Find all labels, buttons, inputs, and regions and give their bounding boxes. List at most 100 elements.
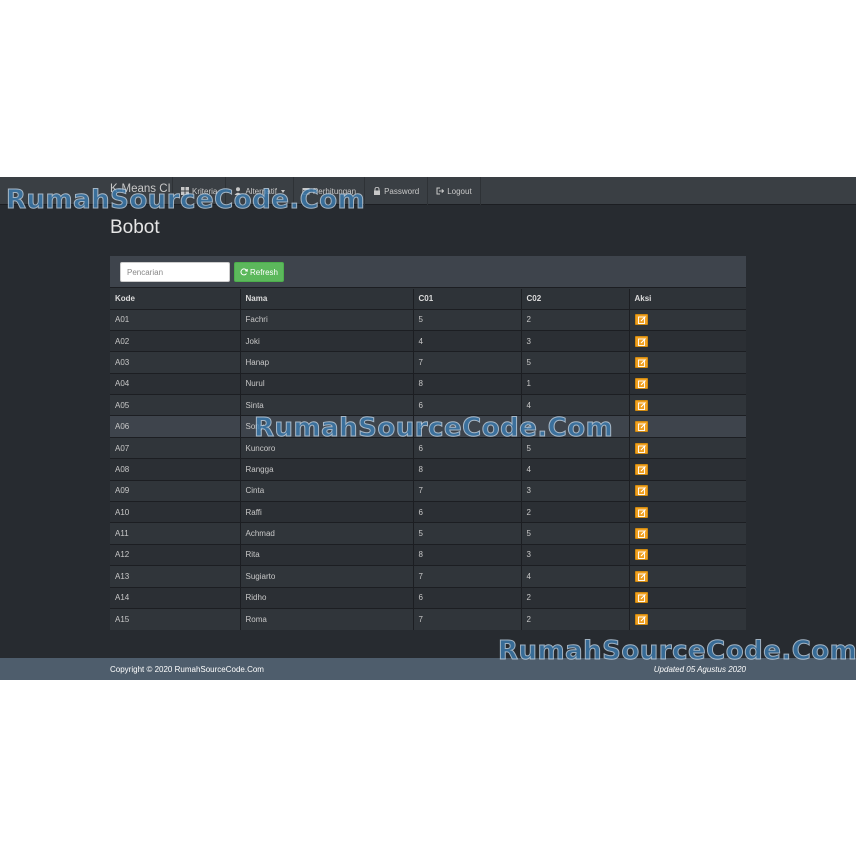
page-title: Bobot [110,217,160,238]
watermark-text: RumahSourceCode.Com [253,413,614,444]
refresh-button-label: Refresh [249,267,278,277]
edit-icon [637,466,646,474]
cell-nama: Cinta [239,479,413,502]
cell-kode: A05 [110,394,240,416]
cell-kode: A02 [110,329,240,352]
cell-nama: Fachri [239,308,413,331]
edit-button[interactable] [634,528,648,540]
edit-button[interactable] [634,314,648,326]
nav-item-label: Password [384,186,420,196]
cell-kode: A12 [110,543,240,566]
cell-kode: A13 [110,565,240,588]
edit-icon [637,487,646,496]
cell-aksi [628,607,746,630]
refresh-button[interactable]: Refresh [234,262,284,282]
cell-c01: 5 [412,522,521,545]
cell-aksi [628,394,746,416]
table-row: A12 Rita 8 3 [110,543,746,566]
cell-c01: 8 [412,543,521,566]
logout-icon [436,187,445,195]
cell-c01: 4 [412,329,521,352]
cell-kode: A15 [110,607,240,630]
edit-button[interactable] [634,570,648,582]
cell-kode: A06 [110,415,240,438]
edit-button[interactable] [634,399,648,411]
cell-nama: Ridho [239,586,413,609]
cell-nama: Achmad [239,522,413,545]
table-row: A04 Nurul 8 1 [110,372,746,395]
cell-nama: Hanap [239,351,413,374]
cell-c01: 7 [412,565,521,588]
edit-button[interactable] [634,485,648,497]
edit-button[interactable] [634,356,648,368]
column-header-aksi: Aksi [628,289,746,309]
edit-button[interactable] [634,549,648,561]
cell-c01: 7 [412,479,521,502]
cell-kode: A04 [110,372,240,395]
cell-nama: Joki [239,329,413,352]
cell-c02: 4 [520,458,629,481]
table-row: A14 Ridho 6 2 [110,586,746,609]
table-row: A10 Raffi 6 2 [110,501,746,523]
edit-icon [637,337,646,346]
edit-icon [637,444,646,453]
lock-icon [374,187,381,195]
column-header-kode: Kode [115,294,135,304]
cell-c02: 2 [520,308,629,331]
edit-button[interactable] [634,506,648,518]
watermark-text: RumahSourceCode.Com [497,636,856,667]
nav-item-password[interactable]: Password [364,177,427,205]
edit-button[interactable] [634,442,648,454]
cell-aksi [628,415,746,438]
nav-item-label: Logout [447,186,472,196]
edit-button[interactable] [634,463,648,475]
cell-aksi [628,372,746,395]
cell-aksi [628,565,746,588]
cell-kode: A09 [110,479,240,502]
table-body: A01 Fachri 5 2 A02 Joki 4 3 A03 Hanap 7 5 A04 Nurul 8 1… [110,308,746,630]
search-input[interactable] [120,262,230,282]
cell-kode: A08 [110,458,240,481]
edit-icon [637,401,646,410]
edit-icon [637,423,646,432]
table-row: A13 Sugiarto 7 4 [110,565,746,588]
cell-nama: Roma [239,607,413,630]
cell-aksi [628,501,746,523]
cell-c01: 6 [412,586,521,609]
table-header-row: Kode Nama C01 C02 Aksi [110,289,746,309]
cell-c01: 5 [412,308,521,331]
cell-c01: 7 [412,607,521,630]
edit-button[interactable] [634,378,648,390]
edit-icon [637,508,646,517]
edit-button[interactable] [634,335,648,347]
cell-c02: 5 [520,351,629,374]
data-panel: Refresh Kode Nama C01 C02 Aksi A01Fachri… [110,256,746,630]
table-row: A15 Roma 7 2 [110,607,746,630]
edit-button[interactable] [634,421,648,433]
cell-aksi [628,543,746,566]
cell-c02: 2 [520,586,629,609]
cell-c01: 7 [412,351,521,374]
cell-aksi [628,329,746,352]
cell-aksi [628,308,746,331]
footer-updated: Updated 05 Agustus 2020 [653,665,746,674]
edit-button[interactable] [634,613,648,625]
panel-toolbar: Refresh [110,256,746,288]
nav-item-logout[interactable]: Logout [427,177,481,205]
cell-kode: A11 [110,522,240,545]
cell-c02: 1 [520,372,629,395]
cell-c02: 2 [520,607,629,630]
table-row: A11 Achmad 5 5 [110,522,746,545]
cell-aksi [628,351,746,374]
edit-icon [637,316,646,325]
cell-aksi [628,522,746,545]
cell-nama: Raffi [239,501,413,523]
refresh-icon [240,268,248,276]
cell-c02: 3 [520,543,629,566]
cell-c02: 3 [520,479,629,502]
edit-button[interactable] [634,592,648,604]
edit-icon [637,572,646,581]
column-header-nama: Nama [239,289,413,309]
edit-icon [637,380,646,389]
cell-aksi [628,436,746,459]
